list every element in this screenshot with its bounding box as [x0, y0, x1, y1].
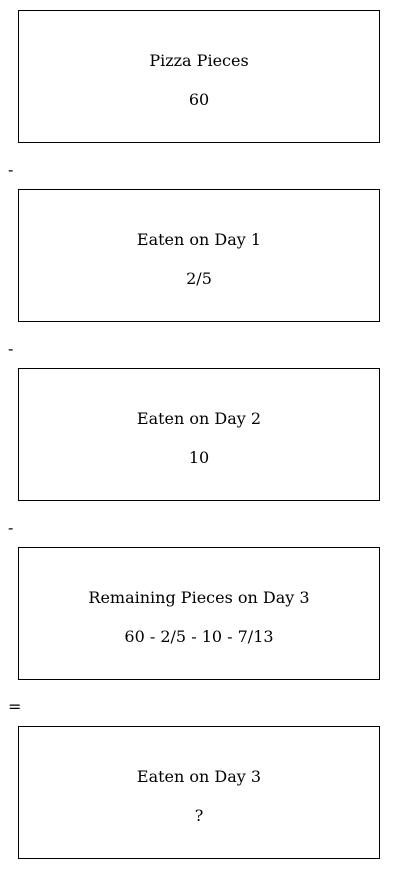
- box-label: Eaten on Day 1: [136, 230, 262, 249]
- box-pizza-pieces: Pizza Pieces 60: [18, 10, 380, 143]
- box-label: Remaining Pieces on Day 3: [88, 588, 310, 607]
- box-label: Eaten on Day 2: [136, 409, 262, 428]
- box-label: Pizza Pieces: [149, 51, 249, 70]
- box-value: 2/5: [186, 269, 212, 288]
- box-value: 10: [188, 448, 210, 467]
- operator-equals: =: [8, 697, 22, 716]
- box-value: ?: [194, 806, 204, 825]
- box-eaten-day-3: Eaten on Day 3 ?: [18, 726, 380, 859]
- operator-minus: -: [8, 160, 14, 179]
- operator-minus: -: [8, 339, 14, 358]
- box-eaten-day-2: Eaten on Day 2 10: [18, 368, 380, 501]
- box-value: 60 - 2/5 - 10 - 7/13: [124, 627, 274, 646]
- operator-minus: -: [8, 518, 14, 537]
- box-remaining-day-3: Remaining Pieces on Day 3 60 - 2/5 - 10 …: [18, 547, 380, 680]
- box-eaten-day-1: Eaten on Day 1 2/5: [18, 189, 380, 322]
- box-label: Eaten on Day 3: [136, 767, 262, 786]
- box-value: 60: [188, 90, 210, 109]
